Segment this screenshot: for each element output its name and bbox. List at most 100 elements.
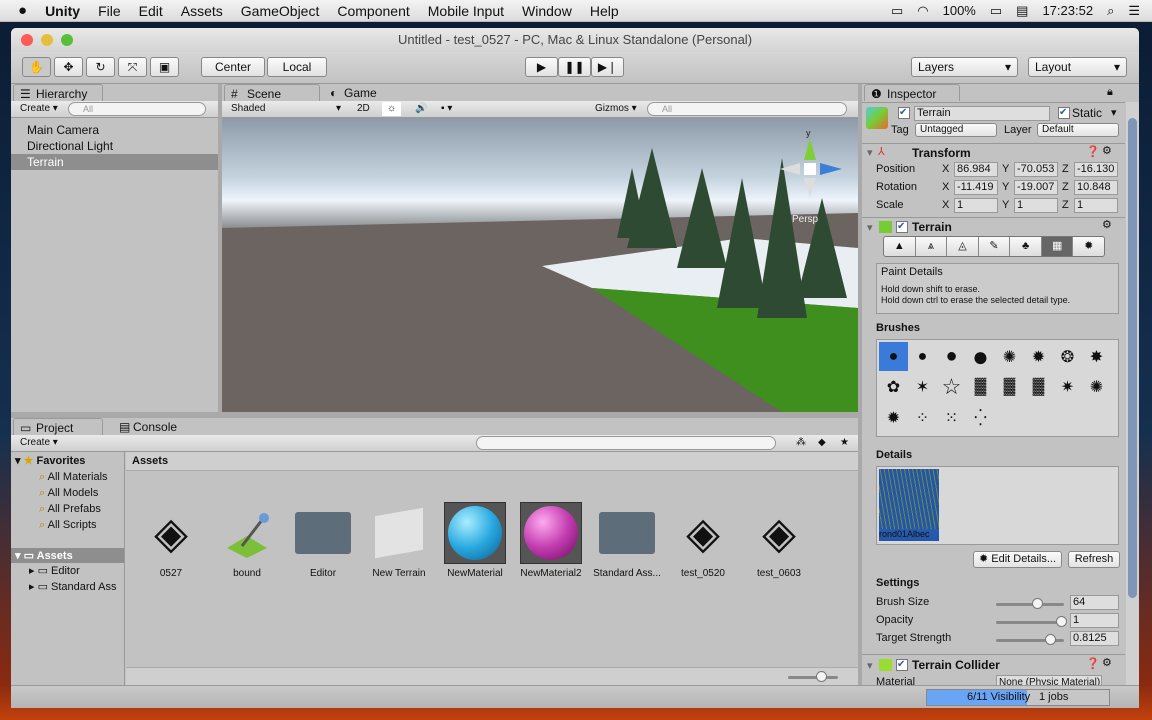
scrollbar-thumb[interactable]: [1128, 118, 1137, 598]
minimize-button[interactable]: [41, 34, 53, 46]
physic-material-field[interactable]: None (Physic Material): [996, 675, 1102, 685]
rotation-z-field[interactable]: 10.848: [1074, 180, 1118, 195]
menu-mobile-input[interactable]: Mobile Input: [419, 3, 513, 19]
brush-item[interactable]: ✹: [879, 403, 908, 432]
static-checkbox[interactable]: ✔: [1058, 107, 1070, 119]
notifications-icon[interactable]: ☰: [1128, 3, 1140, 19]
brush-size-slider[interactable]: [996, 598, 1064, 609]
brush-item[interactable]: ✷: [1053, 373, 1082, 402]
spotlight-icon[interactable]: ⌕: [1107, 3, 1114, 19]
brush-item[interactable]: ✹: [1024, 342, 1053, 371]
foldout-arrow-icon[interactable]: ▾: [867, 146, 873, 159]
target-strength-field[interactable]: 0.8125: [1070, 631, 1119, 646]
static-dropdown-icon[interactable]: ▾: [1111, 106, 1117, 119]
filter-type-icon[interactable]: ⁂: [791, 436, 811, 450]
apple-menu-icon[interactable]: ●: [0, 2, 36, 19]
gear-icon[interactable]: ⚙: [1102, 218, 1112, 231]
gizmos-dropdown[interactable]: Gizmos ▾: [590, 102, 642, 116]
position-y-field[interactable]: -70.053: [1014, 162, 1058, 177]
asset-test-0520[interactable]: ◈ test_0520: [668, 502, 738, 580]
favorite-all-materials[interactable]: ⌕ All Materials: [11, 469, 124, 485]
brush-item[interactable]: ⁙: [937, 403, 966, 432]
layer-dropdown[interactable]: Default: [1037, 123, 1119, 137]
menu-help[interactable]: Help: [581, 3, 628, 19]
wifi-icon[interactable]: ◠: [917, 3, 928, 19]
brush-item[interactable]: ✿: [879, 373, 908, 402]
asset-test-0603[interactable]: ◈ test_0603: [744, 502, 814, 580]
brush-item[interactable]: ✸: [1082, 342, 1111, 371]
slider-knob[interactable]: [1056, 616, 1067, 627]
tag-dropdown[interactable]: Untagged: [915, 123, 997, 137]
step-button[interactable]: ▶❘: [591, 57, 624, 77]
asset-new-terrain[interactable]: New Terrain: [364, 502, 434, 579]
scale-z-field[interactable]: 1: [1074, 198, 1118, 213]
terrain-enabled-checkbox[interactable]: ✔: [896, 221, 908, 233]
name-field[interactable]: Terrain: [914, 106, 1050, 121]
brush-item[interactable]: ✺: [995, 342, 1024, 371]
scale-y-field[interactable]: 1: [1014, 198, 1058, 213]
brush-item[interactable]: ⁘: [908, 403, 937, 432]
project-search-input[interactable]: [476, 436, 776, 450]
favorite-all-prefabs[interactable]: ⌕ All Prefabs: [11, 501, 124, 517]
brush-item[interactable]: ▓: [1024, 373, 1053, 402]
menu-unity[interactable]: Unity: [36, 3, 89, 19]
paint-details-icon[interactable]: ▦: [1041, 237, 1074, 256]
brush-item[interactable]: ❂: [1053, 342, 1082, 371]
folder-standard-assets[interactable]: ▸ ▭ Standard Ass: [11, 579, 124, 595]
create-dropdown[interactable]: Create ▾: [15, 436, 63, 450]
favorite-all-models[interactable]: ⌕ All Models: [11, 485, 124, 501]
slider-knob[interactable]: [1044, 634, 1056, 645]
asset-editor-folder[interactable]: Editor: [288, 502, 358, 579]
hierarchy-item-terrain[interactable]: Terrain: [11, 154, 218, 170]
place-trees-icon[interactable]: ♣: [1010, 237, 1042, 256]
opacity-field[interactable]: 1: [1070, 613, 1119, 628]
hierarchy-item-main-camera[interactable]: Main Camera: [11, 122, 218, 138]
edit-details-button[interactable]: ✹ Edit Details...: [973, 551, 1062, 568]
icon-size-slider[interactable]: [788, 671, 838, 682]
lock-icon[interactable]: 🔒︎: [1107, 86, 1113, 99]
brush-item[interactable]: ●: [937, 342, 966, 371]
scene-viewport[interactable]: y Persp: [222, 118, 858, 412]
hierarchy-item-directional-light[interactable]: Directional Light: [11, 138, 218, 154]
tab-scene[interactable]: # Scene: [224, 84, 320, 101]
gear-icon[interactable]: ⚙: [1102, 144, 1112, 157]
brush-size-field[interactable]: 64: [1070, 595, 1119, 610]
flag-icon[interactable]: ▤: [1016, 3, 1028, 19]
favorites-item[interactable]: ▾ ★ Favorites: [11, 452, 124, 469]
favorite-all-scripts[interactable]: ⌕ All Scripts: [11, 517, 124, 533]
pause-button[interactable]: ❚❚: [558, 57, 591, 77]
tab-console[interactable]: ▤ Console: [111, 418, 185, 435]
gear-icon[interactable]: ⚙: [1102, 656, 1112, 669]
slider-knob[interactable]: [1032, 598, 1043, 609]
airplay-icon[interactable]: ▭: [891, 3, 903, 19]
rotation-x-field[interactable]: -11.419: [954, 180, 998, 195]
create-dropdown[interactable]: Create ▾: [15, 102, 63, 116]
pivot-local-button[interactable]: Local: [267, 57, 327, 77]
active-checkbox[interactable]: ✔: [898, 107, 910, 119]
asset-newmaterial2[interactable]: NewMaterial2: [516, 502, 586, 579]
brush-item[interactable]: ⁛: [966, 403, 995, 432]
paint-texture-icon[interactable]: ✎: [979, 237, 1011, 256]
zoom-button[interactable]: [61, 34, 73, 46]
scale-x-field[interactable]: 1: [954, 198, 998, 213]
layers-dropdown[interactable]: Layers ▾: [911, 57, 1018, 77]
brush-item[interactable]: ✺: [1082, 373, 1111, 402]
menu-assets[interactable]: Assets: [172, 3, 232, 19]
brush-item[interactable]: ●: [966, 341, 995, 372]
menu-gameobject[interactable]: GameObject: [232, 3, 329, 19]
pivot-center-button[interactable]: Center: [201, 57, 265, 77]
filter-label-icon[interactable]: ◆: [813, 436, 831, 450]
battery-icon[interactable]: ▭: [990, 3, 1002, 19]
tab-hierarchy[interactable]: ☰ Hierarchy: [13, 84, 103, 101]
brush-item[interactable]: ●: [879, 342, 908, 371]
opacity-slider[interactable]: [996, 616, 1067, 627]
hand-tool-icon[interactable]: ✋: [22, 57, 51, 77]
foldout-arrow-icon[interactable]: ▾: [867, 221, 873, 234]
scale-tool-icon[interactable]: ⤧: [118, 57, 147, 77]
paint-height-icon[interactable]: ⩓: [916, 237, 948, 256]
menu-file[interactable]: File: [89, 3, 130, 19]
battery-percent[interactable]: 100%: [943, 3, 976, 19]
rect-tool-icon[interactable]: ▣: [150, 57, 179, 77]
tab-game[interactable]: ◐ Game: [322, 84, 385, 101]
asset-newmaterial[interactable]: NewMaterial: [440, 502, 510, 579]
